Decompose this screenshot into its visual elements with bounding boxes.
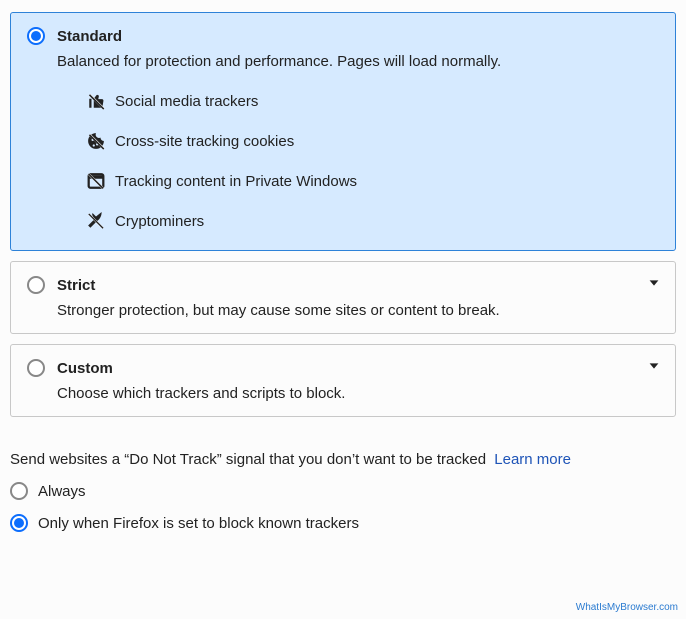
pickaxe-slash-icon — [87, 212, 105, 230]
block-item-label: Cryptominers — [115, 213, 204, 230]
panel-title: Standard — [57, 28, 122, 45]
panel-title: Custom — [57, 360, 113, 377]
chevron-down-icon — [647, 359, 661, 373]
dnt-option-label: Only when Firefox is set to block known … — [38, 515, 359, 532]
radio-dnt-default[interactable] — [10, 514, 28, 532]
radio-dnt-always[interactable] — [10, 482, 28, 500]
panel-description: Choose which trackers and scripts to blo… — [57, 385, 659, 402]
panel-header: Strict — [27, 276, 659, 294]
block-item-social: Social media trackers — [87, 92, 659, 110]
panel-header: Custom — [27, 359, 659, 377]
protection-level-standard[interactable]: Standard Balanced for protection and per… — [10, 12, 676, 251]
watermark: WhatIsMyBrowser.com — [576, 602, 678, 613]
panel-description: Stronger protection, but may cause some … — [57, 302, 659, 319]
dnt-prompt: Send websites a “Do Not Track” signal th… — [10, 451, 676, 468]
protection-level-custom[interactable]: Custom Choose which trackers and scripts… — [10, 344, 676, 417]
protection-level-strict[interactable]: Strict Stronger protection, but may caus… — [10, 261, 676, 334]
block-item-crypto: Cryptominers — [87, 212, 659, 230]
block-item-cookies: Cross-site tracking cookies — [87, 132, 659, 150]
dnt-option-default[interactable]: Only when Firefox is set to block known … — [10, 514, 676, 532]
block-item-label: Tracking content in Private Windows — [115, 173, 357, 190]
radio-standard[interactable] — [27, 27, 45, 45]
radio-custom[interactable] — [27, 359, 45, 377]
cookie-slash-icon — [87, 132, 105, 150]
window-slash-icon — [87, 172, 105, 190]
panel-title: Strict — [57, 277, 95, 294]
dnt-prompt-text: Send websites a “Do Not Track” signal th… — [10, 451, 486, 468]
dnt-option-label: Always — [38, 483, 86, 500]
thumb-up-slash-icon — [87, 92, 105, 110]
block-list: Social media trackers Cross-site trackin… — [87, 92, 659, 230]
block-item-tracking: Tracking content in Private Windows — [87, 172, 659, 190]
block-item-label: Social media trackers — [115, 93, 258, 110]
radio-strict[interactable] — [27, 276, 45, 294]
dnt-section: Send websites a “Do Not Track” signal th… — [10, 451, 676, 532]
panel-header: Standard — [27, 27, 659, 45]
learn-more-link[interactable]: Learn more — [494, 451, 571, 468]
chevron-down-icon — [647, 276, 661, 290]
dnt-option-always[interactable]: Always — [10, 482, 676, 500]
block-item-label: Cross-site tracking cookies — [115, 133, 294, 150]
panel-description: Balanced for protection and performance.… — [57, 53, 659, 70]
